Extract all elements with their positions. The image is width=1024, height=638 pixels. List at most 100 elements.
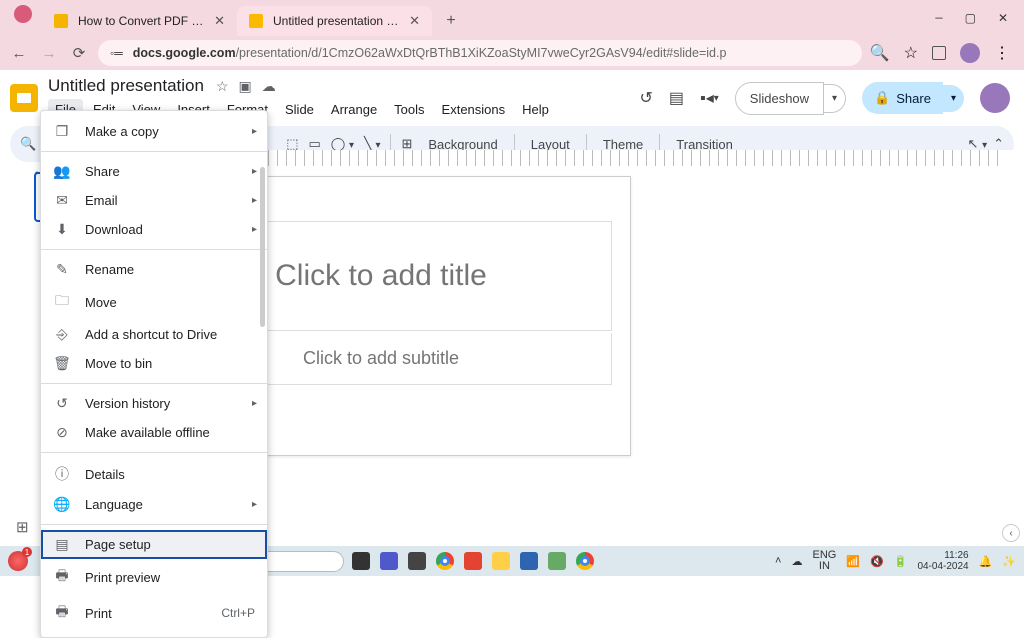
menu-item-download[interactable]: ⬇ Download ▸: [41, 215, 267, 244]
menu-item-label: Print: [85, 606, 112, 621]
wifi-icon[interactable]: 📶: [846, 555, 860, 568]
minimize-button[interactable]: —: [935, 11, 942, 26]
notifications-icon[interactable]: 🔔: [979, 555, 993, 568]
todoist-icon[interactable]: [462, 550, 484, 572]
menu-extensions[interactable]: Extensions: [435, 99, 513, 120]
volume-icon[interactable]: 🔇: [870, 555, 884, 568]
submenu-arrow-icon: ▸: [252, 166, 257, 177]
grid-view-icon[interactable]: ⊞: [16, 518, 29, 536]
task-view-icon[interactable]: [350, 550, 372, 572]
chrome-account-avatar[interactable]: [960, 43, 980, 63]
submenu-arrow-icon: ▸: [252, 499, 257, 510]
menu-item-email[interactable]: ✉ Email ▸: [41, 186, 267, 215]
menu-scrollbar[interactable]: [260, 167, 265, 327]
reload-button[interactable]: ⟳: [68, 42, 90, 64]
menu-item-label: Language: [85, 497, 143, 512]
menu-item-add-shortcut[interactable]: ⎆ Add a shortcut to Drive: [41, 320, 267, 349]
language-indicator[interactable]: ENG IN: [812, 550, 836, 572]
move-folder-icon[interactable]: ▣: [239, 78, 252, 95]
onedrive-icon[interactable]: ☁: [791, 555, 802, 568]
side-panel-icon[interactable]: [932, 46, 946, 60]
back-button[interactable]: ←: [8, 42, 30, 64]
submenu-arrow-icon: ▸: [252, 224, 257, 235]
chrome-menu-icon[interactable]: ⋮: [994, 43, 1010, 63]
menu-help[interactable]: Help: [515, 99, 556, 120]
slides-favicon-icon: [54, 14, 68, 28]
tab-1-title: How to Convert PDF to Google: [78, 14, 204, 28]
menu-item-label: Page setup: [85, 537, 151, 552]
menu-item-offline[interactable]: ⊘ Make available offline: [41, 418, 267, 447]
menu-tools[interactable]: Tools: [387, 99, 431, 120]
new-tab-button[interactable]: +: [438, 8, 464, 34]
start-orb-icon[interactable]: [8, 551, 28, 571]
url-field[interactable]: ◦═ docs.google.com/presentation/d/1CmzO6…: [98, 40, 862, 66]
menu-separator: [41, 151, 267, 152]
calculator-icon[interactable]: [518, 550, 540, 572]
menu-slide[interactable]: Slide: [278, 99, 321, 120]
close-tab-icon[interactable]: ✕: [409, 13, 420, 29]
chrome-icon[interactable]: [434, 550, 456, 572]
explore-button[interactable]: ‹: [1002, 524, 1020, 542]
browser-tab-2[interactable]: Untitled presentation - Google ✕: [237, 6, 432, 36]
menu-item-version-history[interactable]: ↺ Version history ▸: [41, 389, 267, 418]
menu-separator: [41, 249, 267, 250]
menu-item-shortcut: Ctrl+P: [221, 606, 255, 620]
app-icon[interactable]: [406, 550, 428, 572]
menu-arrange[interactable]: Arrange: [324, 99, 384, 120]
close-window-button[interactable]: ✕: [998, 11, 1008, 26]
share-dropdown[interactable]: ▾: [943, 85, 964, 112]
app-icon-2[interactable]: [546, 550, 568, 572]
tab-2-title: Untitled presentation - Google: [273, 14, 399, 28]
site-info-icon[interactable]: ◦═: [110, 46, 123, 60]
browser-tab-1[interactable]: How to Convert PDF to Google ✕: [42, 6, 237, 36]
menu-item-language[interactable]: 🌐 Language ▸: [41, 490, 267, 519]
menu-item-details[interactable]: ⓘ Details: [41, 458, 267, 490]
menu-item-print[interactable]: 🖶 Print Ctrl+P: [41, 595, 267, 631]
cloud-status-icon[interactable]: ☁: [262, 78, 276, 95]
history-icon[interactable]: ↺: [640, 88, 653, 108]
menu-item-label: Details: [85, 467, 125, 482]
submenu-arrow-icon: ▸: [252, 195, 257, 206]
bookmark-icon[interactable]: ☆: [904, 43, 918, 63]
account-avatar[interactable]: [980, 83, 1010, 113]
offline-icon: ⊘: [53, 424, 71, 441]
menu-item-print-preview[interactable]: 🖶 Print preview: [41, 559, 267, 595]
chrome-running-icon[interactable]: [574, 550, 596, 572]
download-icon: ⬇: [53, 221, 71, 238]
url-path: /presentation/d/1CmzO62aWxDtQrBThB1XiKZo…: [236, 46, 727, 60]
browser-address-bar: ← → ⟳ ◦═ docs.google.com/presentation/d/…: [0, 36, 1024, 70]
meet-icon[interactable]: ▪◂ ▾: [700, 88, 719, 108]
maximize-button[interactable]: ▢: [965, 11, 976, 26]
menu-item-label: Make a copy: [85, 124, 159, 139]
zoom-icon[interactable]: 🔍: [870, 43, 890, 63]
menu-item-label: Make available offline: [85, 425, 210, 440]
battery-icon[interactable]: 🔋: [894, 555, 908, 568]
clock-time: 11:26: [917, 550, 968, 561]
menu-item-make-copy[interactable]: ❐ Make a copy ▸: [41, 117, 267, 146]
history-icon: ↺: [53, 395, 71, 412]
slideshow-button[interactable]: Slideshow: [735, 82, 824, 115]
comments-icon[interactable]: ▤: [669, 88, 684, 108]
taskbar-clock[interactable]: 11:26 04-04-2024: [917, 550, 968, 572]
teams-icon[interactable]: [378, 550, 400, 572]
chrome-profile-icon[interactable]: [14, 5, 32, 23]
menu-item-move[interactable]: 🗀 Move: [41, 284, 267, 320]
tray-chevron-icon[interactable]: ˄: [775, 555, 781, 567]
file-explorer-icon[interactable]: [490, 550, 512, 572]
menu-item-share[interactable]: 👥 Share ▸: [41, 157, 267, 186]
slideshow-dropdown[interactable]: ▾: [824, 84, 846, 113]
star-icon[interactable]: ☆: [216, 78, 229, 95]
document-title[interactable]: Untitled presentation: [48, 76, 204, 96]
menu-item-page-setup[interactable]: ▤ Page setup: [41, 530, 267, 559]
close-tab-icon[interactable]: ✕: [214, 13, 225, 29]
menu-item-rename[interactable]: ✎ Rename: [41, 255, 267, 284]
forward-button[interactable]: →: [38, 42, 60, 64]
menu-item-label: Print preview: [85, 570, 160, 585]
menu-item-label: Share: [85, 164, 120, 179]
share-button[interactable]: 🔒 Share: [862, 82, 943, 114]
slides-logo-icon[interactable]: [10, 84, 38, 112]
menu-item-move-to-bin[interactable]: 🗑 Move to bin: [41, 349, 267, 378]
page-setup-icon: ▤: [53, 536, 71, 553]
lock-icon: 🔒: [874, 90, 890, 106]
copilot-icon[interactable]: ✨: [1002, 555, 1016, 568]
